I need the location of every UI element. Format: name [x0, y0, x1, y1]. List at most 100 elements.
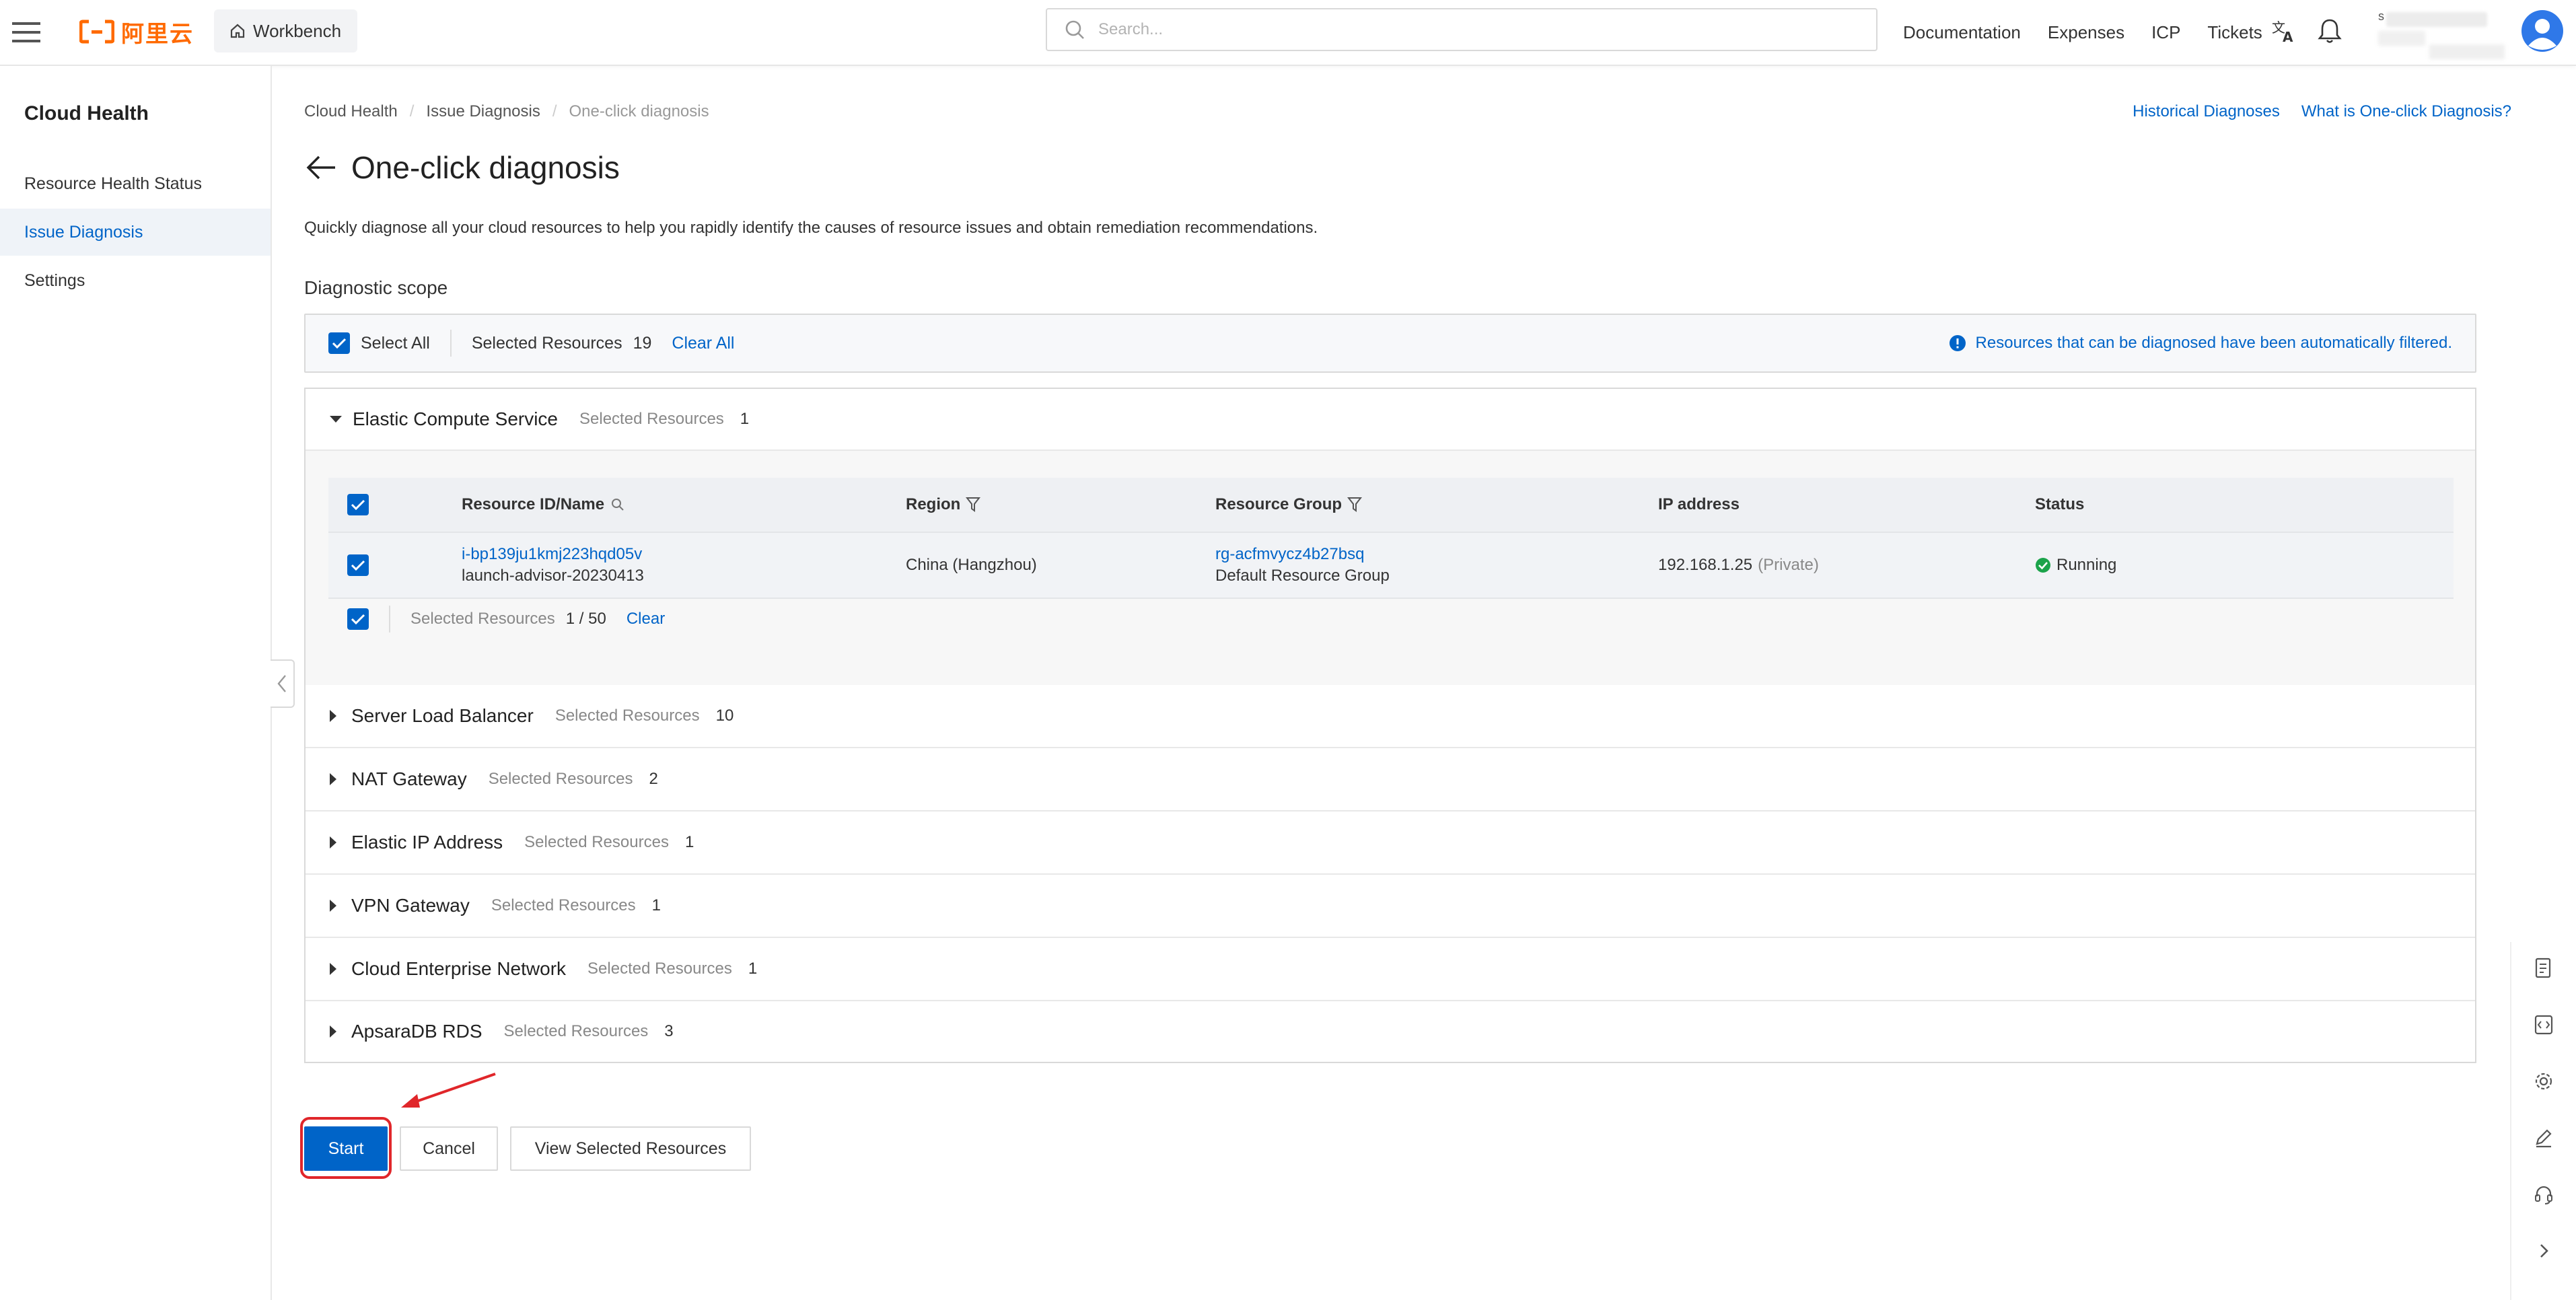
what-is-one-click-link[interactable]: What is One-click Diagnosis? [2301, 102, 2511, 121]
group-header-apsaradb-rds[interactable]: ApsaraDB RDS Selected Resources 3 [306, 1001, 2475, 1062]
caret-right-icon [330, 773, 336, 785]
top-icons: 文 A [2270, 17, 2342, 44]
top-bar: 阿里云 Workbench Documentation Expenses ICP… [0, 0, 2576, 66]
auto-filter-info: Resources that can be diagnosed have bee… [1949, 315, 2452, 371]
search-icon[interactable] [611, 498, 624, 511]
clear-all-link[interactable]: Clear All [672, 334, 734, 353]
check-icon [351, 614, 365, 625]
language-icon[interactable]: 文 A [2270, 17, 2297, 44]
back-arrow-icon[interactable] [304, 154, 336, 181]
resource-name: launch-advisor-20230413 [462, 567, 644, 585]
ip-address-value: 192.168.1.25 [1658, 556, 1753, 574]
breadcrumb-cloud-health[interactable]: Cloud Health [304, 102, 398, 121]
aliyun-logo-icon [79, 20, 114, 44]
gear-icon[interactable] [2533, 1070, 2554, 1093]
region-value: China (Hangzhou) [906, 556, 1037, 574]
select-all-label[interactable]: Select All [361, 334, 430, 353]
table-select-all-checkbox[interactable] [347, 494, 369, 515]
nav-icp[interactable]: ICP [2151, 22, 2180, 43]
column-header-resource-id: Resource ID/Name [462, 495, 605, 513]
selected-resources-label: Selected Resources [471, 333, 622, 353]
select-all-checkbox[interactable] [328, 332, 350, 354]
page-title: One-click diagnosis [351, 150, 620, 185]
headset-icon[interactable] [2533, 1183, 2554, 1206]
bell-icon[interactable] [2318, 17, 2342, 44]
search-input[interactable] [1097, 20, 1840, 40]
caret-right-icon [330, 900, 336, 912]
workbench-button[interactable]: Workbench [214, 9, 358, 52]
filter-icon[interactable] [966, 497, 981, 513]
table-footer: Selected Resources 1 / 50 Clear [328, 598, 665, 641]
row-checkbox[interactable] [347, 554, 369, 576]
group-selected-label: Selected Resources [491, 896, 636, 914]
breadcrumb: Cloud Health / Issue Diagnosis / One-cli… [304, 102, 709, 121]
user-info[interactable]: s [2375, 9, 2510, 59]
caret-right-icon [330, 963, 336, 975]
resource-group-link[interactable]: rg-acfmvycz4b27bsq [1215, 545, 1390, 564]
group-name: Cloud Enterprise Network [351, 958, 567, 979]
home-icon [230, 24, 245, 38]
right-tool-rail [2510, 942, 2576, 1300]
nav-tickets[interactable]: Tickets [2207, 22, 2262, 43]
group-selected-label: Selected Resources [554, 707, 700, 725]
column-header-resource-group: Resource Group [1215, 495, 1343, 513]
column-header-region: Region [906, 495, 961, 513]
selected-resources-count: 19 [633, 333, 652, 353]
svg-text:A: A [2283, 29, 2293, 44]
breadcrumb-issue-diagnosis[interactable]: Issue Diagnosis [426, 102, 540, 121]
footer-clear-link[interactable]: Clear [627, 610, 665, 628]
sidebar-item-issue-diagnosis[interactable]: Issue Diagnosis [0, 209, 271, 256]
search-icon [1065, 20, 1084, 39]
group-header-elastic-compute-service[interactable]: Elastic Compute Service Selected Resourc… [306, 389, 2475, 449]
diagnostic-scope-title: Diagnostic scope [304, 277, 448, 298]
group-header-nat-gateway[interactable]: NAT Gateway Selected Resources 2 [306, 748, 2475, 810]
group-header-server-load-balancer[interactable]: Server Load Balancer Selected Resources … [306, 685, 2475, 747]
breadcrumb-separator: / [552, 102, 557, 120]
status-value: Running [2056, 556, 2117, 574]
resource-id-link[interactable]: i-bp139ju1kmj223hqd05v [462, 545, 644, 564]
view-selected-resources-button[interactable]: View Selected Resources [510, 1126, 751, 1171]
user-initial: s [2378, 9, 2384, 23]
search-box[interactable] [1046, 8, 1877, 51]
sidebar-collapse-button[interactable] [271, 659, 295, 708]
hamburger-menu-icon[interactable] [12, 19, 40, 46]
footer-select-checkbox[interactable] [347, 608, 369, 630]
logo-text: 阿里云 [121, 21, 194, 47]
auto-filter-info-text: Resources that can be diagnosed have bee… [1975, 334, 2452, 352]
divider [450, 330, 452, 357]
historical-diagnoses-link[interactable]: Historical Diagnoses [2133, 102, 2280, 121]
info-icon [1949, 335, 1966, 351]
group-selected-label: Selected Resources [503, 1022, 649, 1040]
filter-icon[interactable] [1347, 497, 1363, 513]
group-selected-count: 2 [649, 770, 658, 788]
group-header-vpn-gateway[interactable]: VPN Gateway Selected Resources 1 [306, 875, 2475, 937]
nav-documentation[interactable]: Documentation [1903, 22, 2021, 43]
header-links: Historical Diagnoses What is One-click D… [2133, 102, 2511, 121]
ecs-resource-panel: Resource ID/Name Region Resource Group I… [306, 451, 2475, 685]
sidebar-item-resource-health-status[interactable]: Resource Health Status [0, 160, 271, 207]
document-icon[interactable] [2533, 957, 2554, 980]
edit-icon[interactable] [2533, 1126, 2554, 1149]
start-button[interactable]: Start [304, 1126, 388, 1171]
check-icon [351, 499, 365, 511]
group-name: Server Load Balancer [351, 705, 534, 726]
nav-expenses[interactable]: Expenses [2048, 22, 2124, 43]
cancel-button[interactable]: Cancel [400, 1126, 498, 1171]
group-header-cloud-enterprise-network[interactable]: Cloud Enterprise Network Selected Resour… [306, 938, 2475, 1000]
group-header-elastic-ip-address[interactable]: Elastic IP Address Selected Resources 1 [306, 811, 2475, 873]
group-selected-label: Selected Resources [579, 410, 724, 428]
aliyun-logo[interactable]: 阿里云 [79, 16, 194, 47]
chevron-right-icon[interactable] [2533, 1239, 2554, 1262]
group-selected-label: Selected Resources [587, 960, 732, 978]
sidebar-title: Cloud Health [24, 102, 149, 124]
group-selected-count: 10 [715, 707, 734, 725]
group-selected-label: Selected Resources [488, 770, 633, 788]
resource-group-list: Elastic Compute Service Selected Resourc… [304, 388, 2476, 1063]
check-icon [332, 338, 347, 349]
code-icon[interactable] [2533, 1013, 2554, 1036]
sidebar-item-settings[interactable]: Settings [0, 257, 271, 304]
select-all-bar: Select All Selected Resources 19 Clear A… [304, 314, 2476, 373]
resource-group-name: Default Resource Group [1215, 567, 1390, 585]
table-row: i-bp139ju1kmj223hqd05v launch-advisor-20… [328, 533, 2454, 599]
avatar[interactable] [2521, 9, 2564, 52]
